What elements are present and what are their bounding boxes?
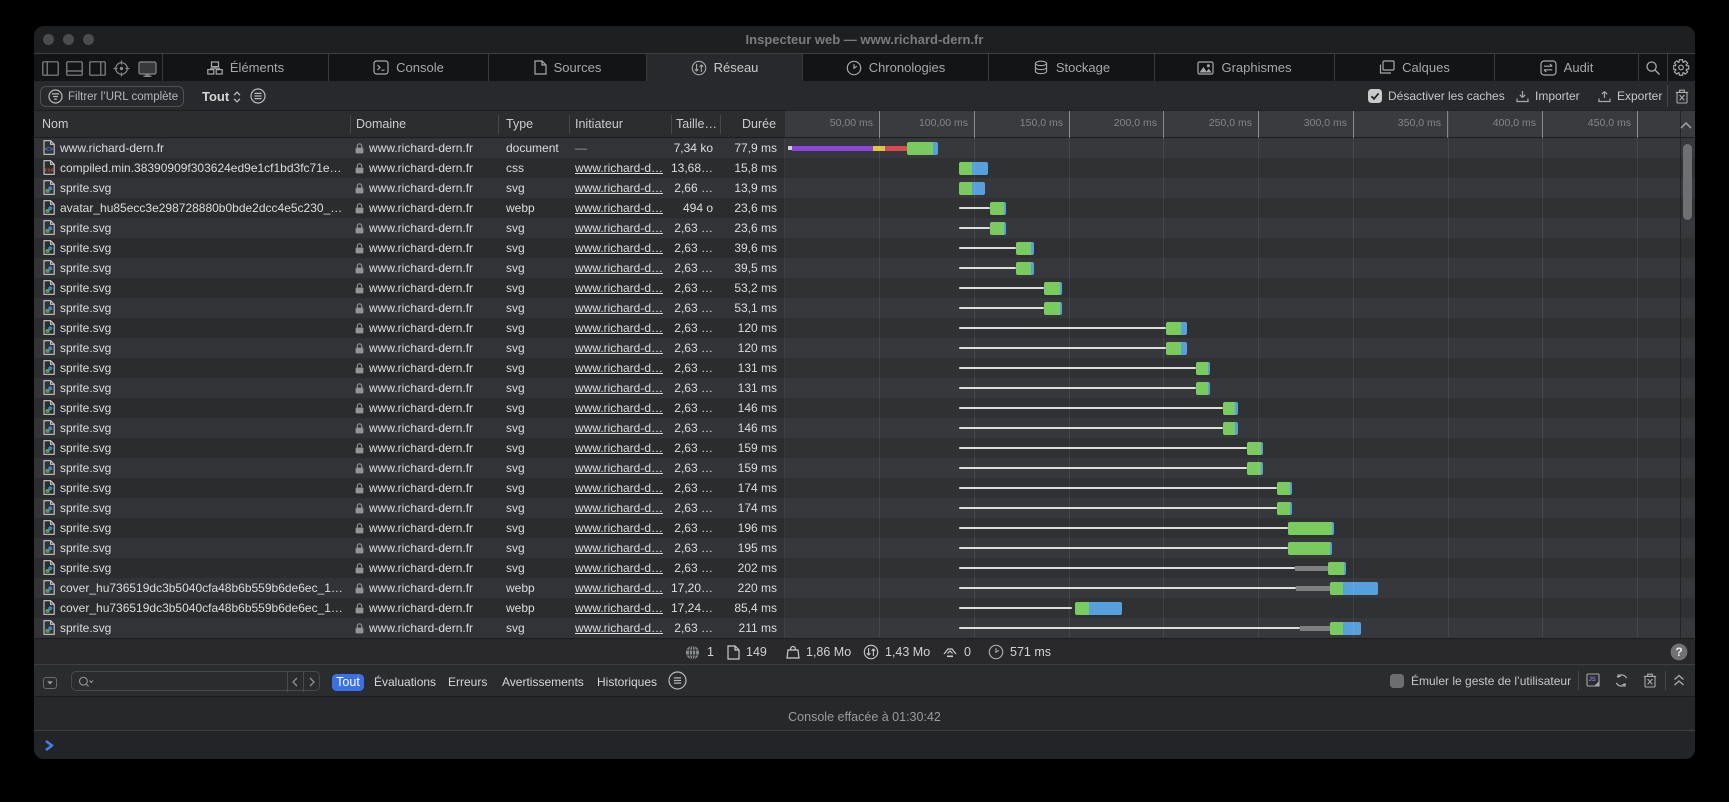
svg-text:?: ? (1675, 645, 1682, 659)
svg-text:css: css (45, 168, 54, 174)
svg-text:JS: JS (1589, 677, 1596, 683)
svg-text:<>: <> (45, 147, 53, 154)
